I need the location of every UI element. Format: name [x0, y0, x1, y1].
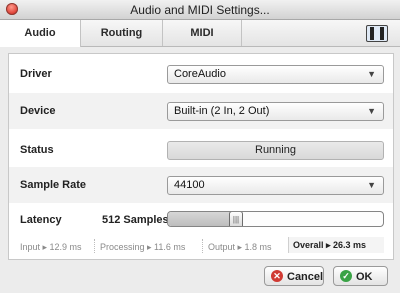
status-row: Status Running: [9, 132, 393, 168]
latency-row: Latency 512 Samples |||: [9, 202, 393, 232]
overall-latency: Overall ▸ 26.3 ms: [288, 237, 384, 253]
device-value: Built-in (2 In, 2 Out): [174, 105, 270, 117]
chevron-down-icon: ▼: [367, 106, 376, 116]
chevron-down-icon: ▼: [367, 69, 376, 79]
driver-row: Driver CoreAudio ▼: [9, 56, 393, 92]
driver-select[interactable]: CoreAudio ▼: [167, 65, 384, 84]
ok-button[interactable]: ✓ OK: [333, 266, 388, 286]
driver-label: Driver: [20, 68, 52, 80]
stats-divider: [202, 239, 203, 253]
tab-audio[interactable]: Audio: [0, 20, 81, 47]
ok-button-label: OK: [356, 271, 373, 283]
status-label: Status: [20, 144, 54, 156]
device-label: Device: [20, 105, 56, 117]
cancel-button[interactable]: ✕ Cancel: [264, 266, 324, 286]
tab-bar: Audio Routing MIDI: [0, 20, 400, 47]
latency-slider[interactable]: |||: [167, 211, 384, 227]
latency-samples-value: 512 Samples: [102, 214, 169, 226]
latency-stats: Input ▸ 12.9 ms Processing ▸ 11.6 ms Out…: [9, 236, 393, 256]
driver-value: CoreAudio: [174, 68, 226, 80]
device-row: Device Built-in (2 In, 2 Out) ▼: [9, 93, 393, 129]
cancel-icon: ✕: [271, 270, 283, 282]
stats-divider: [94, 239, 95, 253]
sample-rate-label: Sample Rate: [20, 179, 87, 191]
sample-rate-select[interactable]: 44100 ▼: [167, 176, 384, 195]
chevron-down-icon: ▼: [367, 180, 376, 190]
audio-settings-panel: Driver CoreAudio ▼ Device Built-in (2 In…: [8, 53, 394, 260]
window-title: Audio and MIDI Settings...: [130, 3, 270, 17]
latency-label: Latency: [20, 214, 62, 226]
input-latency: Input ▸ 12.9 ms: [20, 242, 82, 252]
panel-layout-icon[interactable]: [366, 25, 388, 42]
device-select[interactable]: Built-in (2 In, 2 Out) ▼: [167, 102, 384, 121]
sample-rate-value: 44100: [174, 179, 205, 191]
check-icon: ✓: [340, 270, 352, 282]
tab-midi[interactable]: MIDI: [163, 20, 242, 46]
tab-routing[interactable]: Routing: [81, 20, 163, 46]
processing-latency: Processing ▸ 11.6 ms: [100, 242, 186, 252]
status-indicator: Running: [167, 141, 384, 160]
sample-rate-row: Sample Rate 44100 ▼: [9, 167, 393, 203]
output-latency: Output ▸ 1.8 ms: [208, 242, 272, 252]
title-bar: Audio and MIDI Settings...: [0, 0, 400, 20]
latency-slider-thumb[interactable]: |||: [229, 212, 243, 226]
cancel-button-label: Cancel: [287, 271, 324, 283]
latency-slider-fill: [168, 212, 235, 226]
